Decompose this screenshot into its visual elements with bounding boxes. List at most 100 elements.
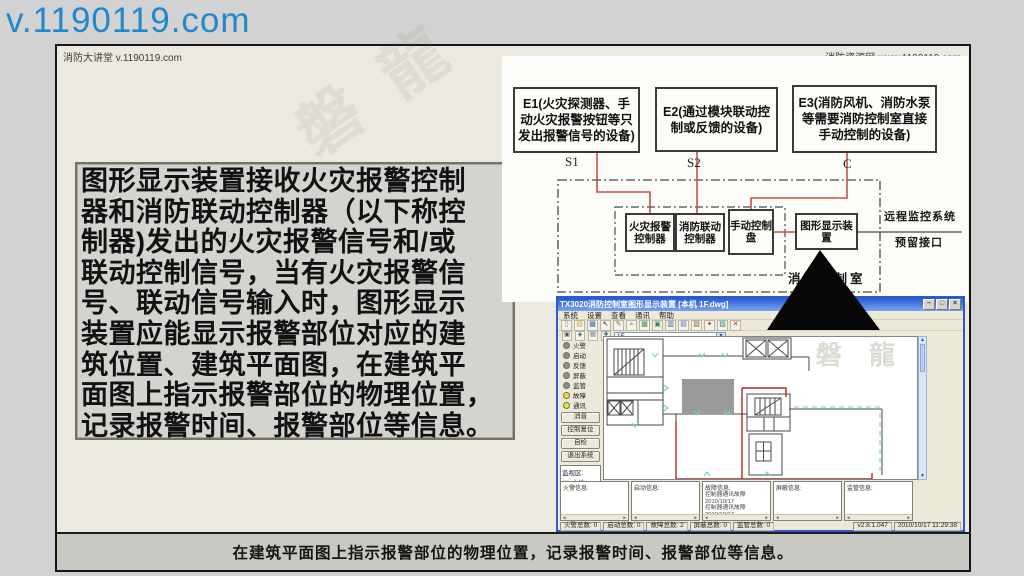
diagram-box-e3: E3(消防风机、消防水泵等需要消防控制室直接手动控制的设备) [792,85,937,153]
side-button[interactable]: 退出系统 [561,451,600,462]
site-url: v.1190119.com [6,1,251,40]
watermark-text: 磐 龍 [283,10,469,170]
indicator-row: 监管 [558,380,603,390]
toolbar-icon[interactable]: ▦ [587,319,598,331]
indicator-row: 火警 [558,340,603,350]
toolbar-icon[interactable]: ⌕ [626,319,637,331]
toolbar-icon[interactable]: ▨ [717,319,728,331]
message-panels: 火警信息: ◄ ► 启动信息: ◄ ► 故障信息: 控制器通讯故障 2010/10/… [560,481,913,521]
side-button[interactable]: 自检 [561,438,600,449]
message-panel-header: 屏蔽信息: [776,486,802,492]
message-panel[interactable]: 火警信息: ◄ ► [560,481,629,521]
side-button-group: 消音控制复位自检退出系统 [558,412,603,462]
toolbar-icon[interactable]: ▤ [678,319,689,331]
toolbar-icon[interactable]: ▣ [652,319,663,331]
indicator-lamp-icon [563,381,570,389]
pointer-arrow-icon [767,250,880,330]
indicator-label: 故障 [573,393,586,400]
app-status-bar: 火警总数: 0 启动总数: 0 故障总数: 2 屏蔽总数: 0 监管总数: 0 v2.8… [558,521,963,531]
indicator-lamp-icon [563,391,570,399]
indicator-label: 启动 [573,353,586,360]
diagram-label-c: C [843,156,852,171]
indicator-row: 启动 [558,350,603,360]
indicator-lamp-icon [563,371,570,379]
diagram-label-s2: S2 [687,155,701,170]
diagram-box-fire-alarm-controller: 火灾报警控制器 [625,213,675,252]
toolbar-icon[interactable]: ▩ [639,319,650,331]
message-panel[interactable]: 故障信息: 控制器通讯故障 2010/10/17 控制器通讯故障 2010/10… [702,481,771,521]
diagram-box-manual-panel: 手动控制盘 [728,209,774,255]
toolbar-icon[interactable]: ✦ [704,319,715,331]
indicator-label: 反馈 [573,363,586,370]
indicator-lamp-icon [563,351,570,359]
window-title: TX3020消防控制室图形显示装置 [本机 1F.dwg] [560,300,729,309]
message-panel[interactable]: 屏蔽信息: ◄ ► [773,481,842,521]
panel-horizontal-scrollbar[interactable]: ◄ ► [774,514,841,520]
toolbar-icon[interactable]: ▤ [574,319,585,331]
status-segment: 屏蔽总数: 0 [689,521,731,531]
side-button[interactable]: 消音 [561,412,600,423]
panel-horizontal-scrollbar[interactable]: ◄ ► [561,514,628,520]
message-panel[interactable]: 启动信息: ◄ ► [631,481,700,521]
toolbar-icon[interactable]: ✕ [730,319,741,331]
view-tool-icon[interactable]: ▣ [562,330,572,341]
floor-plan-canvas[interactable]: 磐 龍 [603,336,918,480]
scrollbar-thumb[interactable] [920,344,925,372]
toolbar-icon[interactable]: ▥ [665,319,676,331]
message-panel-header: 火警信息: [563,486,589,492]
status-segment: 火警总数: 0 [560,521,602,531]
view-tool-icon[interactable]: ▤ [588,330,598,341]
diagram-box-graphic-display: 图形显示装置 [795,213,858,250]
indicator-row: 反馈 [558,360,603,370]
diagram-box-e1: E1(火灾探测器、手动火灾报警按钮等只发出报警信号的设备) [513,87,640,153]
diagram-box-e2: E2(通过模块联动控制或反馈的设备) [655,87,778,152]
panel-horizontal-scrollbar[interactable]: ◄ ► [703,514,770,520]
status-segment: 故障总数: 2 [646,521,688,531]
canvas-vertical-scrollbar[interactable]: ▲ ▼ [918,336,927,480]
slide-header-left: 消防大讲堂 v.1190119.com [63,53,182,64]
message-panel-header: 监管信息: [847,486,873,492]
side-button[interactable]: 控制复位 [561,425,600,436]
toolbar-icon[interactable]: ↖ [600,319,611,331]
diagram-box-linkage-controller: 消防联动控制器 [675,213,725,252]
view-tool-icon[interactable]: ◈ [575,330,585,341]
message-panel-header: 故障信息: [705,486,731,492]
status-segment: v2.8.1.047 [853,521,892,531]
status-sidebar: 火警 启动 反馈 屏蔽 监管 故障 通讯 消音 控制复位 自检 退出系统 监视区… [558,340,603,517]
diagram-label-s1: S1 [565,154,579,169]
indicator-row: 屏蔽 [558,370,603,380]
indicator-lamp-icon [563,341,570,349]
slide-caption: 在建筑平面图上指示报警部位的物理位置，记录报警时间、报警部位等信息。 [57,532,969,570]
floor-plan-gray-block [682,379,734,414]
window-control-button[interactable]: □ [936,299,948,310]
zone-tree-header: 监视区: [562,470,584,477]
lesson-text-box: 图形显示装置接收火灾报警控制 器和消防联动控制器（以下称控 制器)发出的火灾报警… [75,162,515,441]
toolbar-icon[interactable]: ✎ [613,319,624,331]
indicator-list: 火警 启动 反馈 屏蔽 监管 故障 通讯 [558,340,603,410]
indicator-label: 火警 [573,343,586,350]
status-segment: 监管总数: 0 [732,521,775,531]
gds-software-window: TX3020消防控制室图形显示装置 [本机 1F.dwg] – □ × 系统 设置 查看… [556,296,965,532]
indicator-row: 通讯 [558,400,603,410]
indicator-label: 监管 [573,383,586,390]
scroll-down-icon[interactable]: ▼ [919,473,926,479]
window-control-button[interactable]: – [923,299,935,310]
indicator-row: 故障 [558,390,603,400]
canvas-watermark: 磐 龍 [815,340,905,370]
toolbar-icon[interactable]: ▧ [691,319,702,331]
remote-interface-label-2: 预留接口 [895,237,943,249]
message-panel-header: 启动信息: [634,486,660,492]
remote-interface-label-1: 远程监控系统 [884,211,956,223]
window-control-button[interactable]: × [949,299,961,310]
indicator-lamp-icon [563,361,570,369]
indicator-lamp-icon [563,401,570,409]
indicator-label: 通讯 [573,403,586,410]
status-segment: 启动总数: 0 [603,521,645,531]
toolbar-icon[interactable]: ▯ [561,319,572,331]
status-segment: 2010/10/17 11:29:38 [893,521,961,531]
panel-horizontal-scrollbar[interactable]: ◄ ► [632,514,699,520]
message-panel[interactable]: 监管信息: ◄ ► [844,481,913,521]
scroll-up-icon[interactable]: ▲ [919,337,926,343]
panel-horizontal-scrollbar[interactable]: ◄ ► [845,514,912,520]
slide: 消防大讲堂 v.1190119.com 消防资源网 www.1190119.co… [55,10,971,572]
